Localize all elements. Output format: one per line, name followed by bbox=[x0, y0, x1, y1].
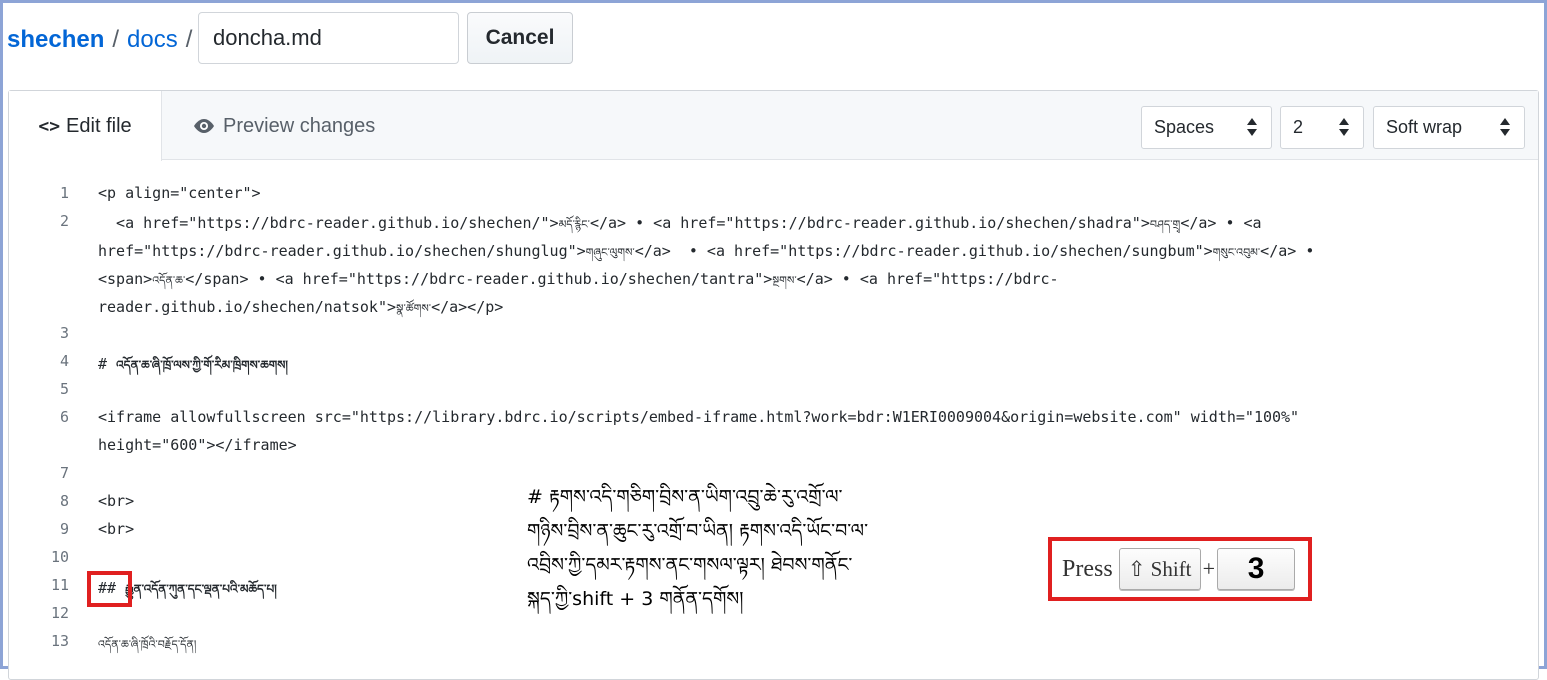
annotation-line: # རྟགས་འདི་གཅིག་བྲིས་ན་ཡིག་འབྲུ་ཆེ་རུ་འག… bbox=[527, 486, 843, 508]
line-number: 5 bbox=[59, 380, 69, 398]
line-number: 13 bbox=[50, 632, 69, 650]
indent-size-select[interactable]: 2 bbox=[1280, 106, 1364, 149]
line-number: 1 bbox=[59, 184, 69, 202]
annotation-line: གཉིས་བྲིས་ན་ཆུང་རུ་འགྲོ་བ་ཡིན། རྟགས་འདི་… bbox=[527, 520, 869, 542]
indent-size-value: 2 bbox=[1293, 117, 1304, 137]
code-line-wrap: reader.github.io/shechen/natsok">སྣ་ཚོགས… bbox=[98, 298, 504, 316]
indent-mode-value: Spaces bbox=[1154, 117, 1215, 137]
tab-preview-changes[interactable]: Preview changes bbox=[192, 91, 375, 161]
code-line: <a href="https://bdrc-reader.github.io/s… bbox=[98, 214, 1262, 232]
code-line: <br> bbox=[98, 520, 135, 538]
line-number: 2 bbox=[59, 212, 69, 230]
line-number: 12 bbox=[50, 604, 69, 622]
code-line: <br> bbox=[98, 492, 135, 510]
line-number: 4 bbox=[59, 352, 69, 370]
line-number: 7 bbox=[59, 464, 69, 482]
press-label: Press bbox=[1062, 555, 1113, 582]
annotation-line: འབྲིས་ཀྱི་དམར་རྟགས་ནང་གསལ་ལྟར། ཐེབས་གནོང… bbox=[527, 554, 853, 576]
code-icon: <> bbox=[38, 115, 61, 137]
code-line-wrap: <span>འདོན་ཆ་</span> • <a href="https://… bbox=[98, 270, 1059, 288]
line-number: 3 bbox=[59, 324, 69, 342]
code-line-wrap: height="600"></iframe> bbox=[98, 436, 297, 454]
breadcrumb-separator: / bbox=[185, 26, 193, 53]
cancel-button[interactable]: Cancel bbox=[467, 12, 573, 64]
code-line: <iframe allowfullscreen src="https://lib… bbox=[98, 408, 1300, 426]
tab-preview-label: Preview changes bbox=[223, 114, 376, 137]
line-number: 10 bbox=[50, 548, 69, 566]
wrap-mode-value: Soft wrap bbox=[1386, 117, 1463, 137]
shift-key: ⇧ Shift bbox=[1118, 548, 1201, 590]
keyboard-hint-box: Press ⇧ Shift + 3 bbox=[1048, 537, 1312, 601]
filename-input[interactable] bbox=[198, 12, 459, 64]
breadcrumb-separator: / bbox=[112, 26, 120, 53]
tab-edit-label: Edit file bbox=[66, 114, 132, 137]
line-number: 6 bbox=[59, 408, 69, 426]
breadcrumb: shechen / docs / bbox=[7, 20, 200, 60]
indent-mode-select[interactable]: Spaces bbox=[1141, 106, 1272, 149]
eye-icon bbox=[194, 119, 214, 133]
select-arrows-icon bbox=[1500, 118, 1510, 136]
line-number: 11 bbox=[50, 576, 69, 594]
annotation-text: # རྟགས་འདི་གཅིག་བྲིས་ན་ཡིག་འབྲུ་ཆེ་རུ་འག… bbox=[527, 480, 1027, 616]
repo-link[interactable]: shechen bbox=[7, 26, 104, 54]
plus-sign: + bbox=[1202, 556, 1216, 581]
code-line: ## རྒྱུན་འདོན་ཀུན་དང་ལྡན་པའི་མཆོད་པ། bbox=[98, 579, 277, 597]
annotation-line: སྐད་ཀྱི་shift + 3 གནོན་དགོས། bbox=[527, 588, 744, 610]
line-number: 8 bbox=[59, 492, 69, 510]
digit-3-key: 3 bbox=[1217, 548, 1296, 590]
editor-tabbar: <> Edit file Preview changes Spaces 2 So… bbox=[9, 91, 1538, 161]
code-line: འདོན་ཆ་ཞི་ཁྲོའི་བརྗོད་དོན། bbox=[98, 638, 197, 651]
tab-edit-file[interactable]: <> Edit file bbox=[9, 91, 162, 161]
select-arrows-icon bbox=[1339, 118, 1349, 136]
code-line-wrap: href="https://bdrc-reader.github.io/shec… bbox=[98, 242, 1315, 260]
select-arrows-icon bbox=[1247, 118, 1257, 136]
line-number: 9 bbox=[59, 520, 69, 538]
folder-link[interactable]: docs bbox=[127, 26, 178, 54]
code-line: <p align="center"> bbox=[98, 184, 261, 202]
code-line: # འདོན་ཆ་ཞི་ཁྲོ་ལས་ཀྱི་གོ་རིམ་ཁྲིགས་ཆགས། bbox=[98, 355, 288, 373]
wrap-mode-select[interactable]: Soft wrap bbox=[1373, 106, 1525, 149]
